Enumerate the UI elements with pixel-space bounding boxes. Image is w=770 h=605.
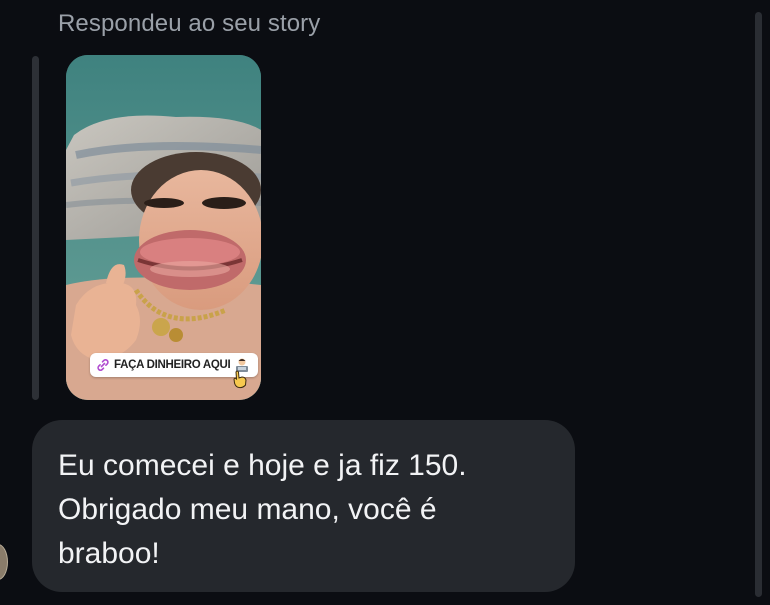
reply-to-story-label: Respondeu ao seu story bbox=[58, 10, 321, 37]
message-text: Eu comecei e hoje e ja fiz 150. Obrigado… bbox=[58, 449, 467, 570]
dm-thread: Respondeu ao seu story FAÇA DINHEIRO AQU… bbox=[0, 0, 770, 605]
sender-avatar[interactable] bbox=[0, 544, 8, 580]
pointing-hand-icon bbox=[230, 369, 250, 389]
message-bubble[interactable]: Eu comecei e hoje e ja fiz 150. Obrigado… bbox=[32, 420, 575, 592]
link-sticker-text: FAÇA DINHEIRO AQUI bbox=[114, 359, 231, 371]
link-icon bbox=[96, 358, 110, 372]
scrollbar[interactable] bbox=[755, 12, 762, 597]
story-preview-thumbnail[interactable]: FAÇA DINHEIRO AQUI bbox=[66, 55, 261, 400]
quote-indicator-bar bbox=[32, 56, 39, 400]
story-image bbox=[66, 55, 261, 400]
